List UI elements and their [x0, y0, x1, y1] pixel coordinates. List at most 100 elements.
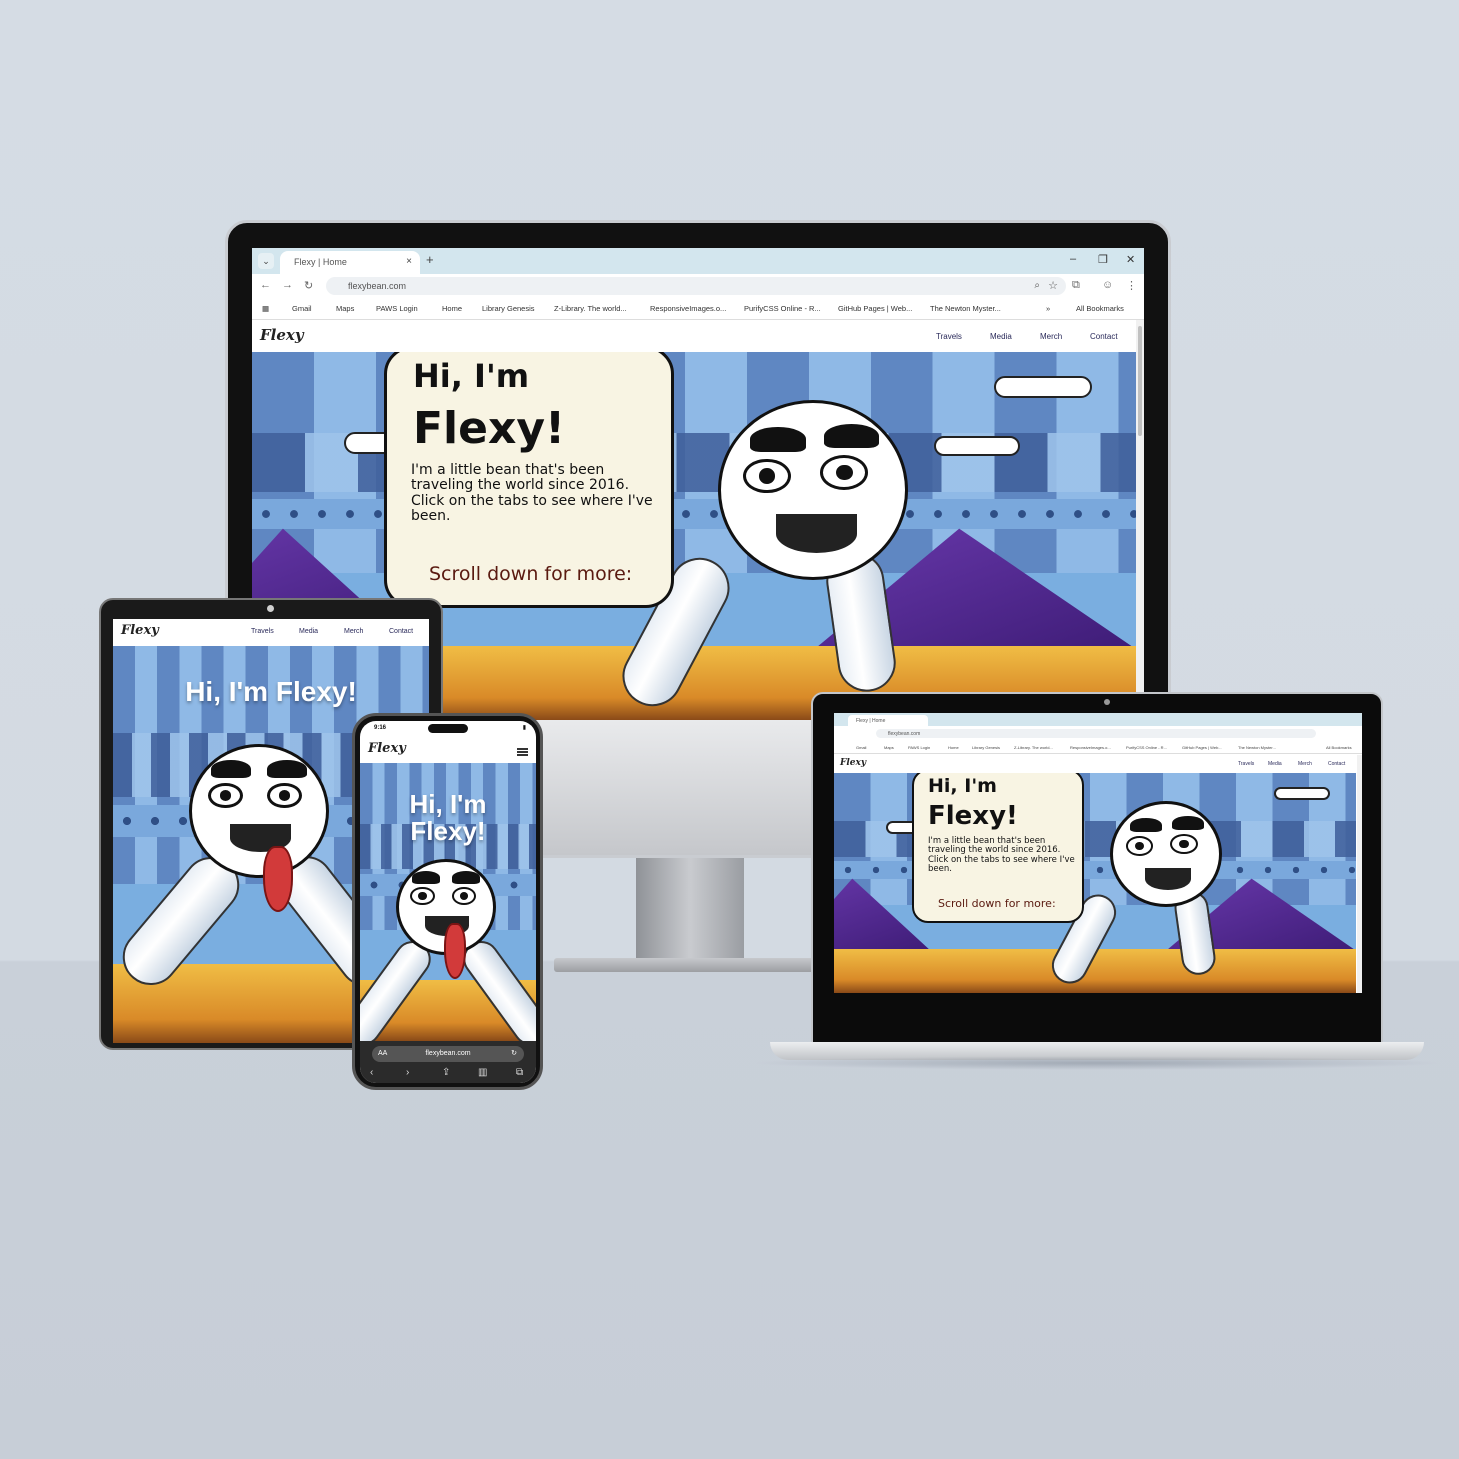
laptop-bookmark-zlibrary[interactable]: Z-Library. The world... [1014, 745, 1053, 750]
bookmark-home[interactable]: Home [442, 304, 462, 313]
bubble-text: I'm a little bean that's been traveling … [411, 462, 653, 525]
reader-aa-button[interactable]: AA [378, 1046, 387, 1062]
page-scrollbar[interactable] [1136, 320, 1144, 720]
speech-bubble: Hi, I'm Flexy! I'm a little bean that's … [384, 352, 674, 608]
laptop-bookmark-responsive[interactable]: ResponsiveImages.o... [1070, 745, 1111, 750]
close-tab-icon[interactable]: × [406, 256, 412, 267]
address-bar[interactable]: flexybean.com ⌕ ☆ [326, 277, 1066, 295]
laptop-nav-media[interactable]: Media [1268, 761, 1282, 767]
cloud-mid [934, 436, 1020, 456]
hamburger-icon[interactable] [517, 748, 528, 756]
nav-contact[interactable]: Contact [1090, 332, 1118, 341]
flexy-logo[interactable]: Flexy [260, 326, 304, 344]
tablet-nav-media[interactable]: Media [299, 628, 318, 635]
tablet-flexy-logo[interactable]: Flexy [121, 623, 159, 638]
tablet-nav-contact[interactable]: Contact [389, 628, 413, 635]
laptop-cloud-right [1274, 787, 1330, 800]
laptop-nav-travels[interactable]: Travels [1238, 761, 1254, 767]
bubble-title-line1: Hi, I'm [413, 357, 530, 395]
bookmarks-icon[interactable]: ▥ [478, 1067, 487, 1078]
arrow-right-icon[interactable]: → [282, 279, 293, 291]
bookmarks-bar: ▦ Gmail Maps PAWS Login Home Library Gen… [252, 298, 1144, 320]
reload-icon[interactable]: ↻ [304, 279, 313, 292]
safari-back-icon[interactable]: ‹ [370, 1067, 373, 1078]
laptop-tab[interactable]: Flexy | Home [848, 715, 928, 726]
flexy-character [718, 400, 908, 580]
safari-url-text: flexybean.com [425, 1050, 471, 1057]
laptop-bookmark-paws[interactable]: PAWS Login [908, 745, 930, 750]
laptop-scroll-hint: Scroll down for more: [938, 897, 1056, 910]
bookmark-gmail[interactable]: Gmail [292, 304, 312, 313]
laptop-bookmark-libgen[interactable]: Library Genesis [972, 745, 1000, 750]
tablet-hero-heading: Hi, I'm Flexy! [185, 676, 357, 707]
tablet-tongue [263, 846, 293, 912]
arrow-left-icon[interactable]: ← [260, 279, 271, 291]
laptop-speech-bubble: Hi, I'm Flexy! I'm a little bean that's … [912, 773, 1084, 923]
nav-media[interactable]: Media [990, 332, 1012, 341]
zoom-icon[interactable]: ⌕ [1034, 280, 1040, 291]
browser-tab[interactable]: Flexy | Home × [280, 251, 420, 274]
laptop-camera [1104, 699, 1110, 705]
bookmark-paws[interactable]: PAWS Login [376, 304, 418, 313]
imac-foot [554, 958, 826, 972]
laptop-bookmark-newton[interactable]: The Newton Myster... [1238, 745, 1276, 750]
tab-title: Flexy | Home [294, 257, 347, 267]
safari-address-bar[interactable]: AA flexybean.com ↻ [372, 1046, 524, 1062]
laptop-nav-contact[interactable]: Contact [1328, 761, 1345, 767]
restore-icon[interactable]: ❐ [1098, 253, 1108, 266]
laptop-url-text: flexybean.com [888, 731, 921, 737]
laptop-bubble-text: I'm a little bean that's been traveling … [928, 836, 1075, 875]
tablet-site-header: Flexy Travels Media Merch Contact [113, 619, 429, 646]
bookmarks-overflow-icon[interactable]: » [1046, 304, 1050, 313]
phone-hero-heading-line2: Flexy! [410, 816, 486, 846]
bookmark-newton[interactable]: The Newton Myster... [930, 304, 1001, 313]
share-icon[interactable]: ⇪ [442, 1067, 450, 1078]
laptop-site-header: Flexy Travels Media Merch Contact [834, 755, 1354, 773]
laptop-nav-merch[interactable]: Merch [1298, 761, 1312, 767]
laptop-bookmark-gmail[interactable]: Gmail [856, 745, 866, 750]
phone-browser-window: 9:16 ▮ Flexy Hi, I'm Flexy! AA flexybean… [360, 721, 536, 1083]
nav-merch[interactable]: Merch [1040, 332, 1062, 341]
bookmark-responsive[interactable]: ResponsiveImages.o... [650, 304, 726, 313]
tablet-nav-travels[interactable]: Travels [251, 628, 274, 635]
safari-forward-icon[interactable]: › [406, 1067, 409, 1078]
star-icon[interactable]: ☆ [1048, 279, 1058, 292]
nav-travels[interactable]: Travels [936, 332, 962, 341]
tabs-icon[interactable]: ⧉ [516, 1067, 523, 1078]
bookmark-zlibrary[interactable]: Z-Library. The world... [554, 304, 627, 313]
bookmark-maps[interactable]: Maps [336, 304, 354, 313]
cloud-right [994, 376, 1092, 398]
laptop-bubble-title-line2: Flexy! [928, 801, 1018, 831]
dynamic-island [428, 724, 468, 733]
imac-stand [636, 858, 744, 958]
new-tab-icon[interactable]: + [426, 252, 434, 267]
phone-hero-banner: Hi, I'm Flexy! [360, 763, 536, 1041]
bookmark-github[interactable]: GitHub Pages | Web... [838, 304, 912, 313]
tablet-nav-merch[interactable]: Merch [344, 628, 363, 635]
laptop-bookmark-github[interactable]: GitHub Pages | Web... [1182, 745, 1222, 750]
extensions-icon[interactable]: ⧉ [1072, 279, 1080, 292]
url-text: flexybean.com [348, 281, 407, 291]
tab-search-icon[interactable]: ⌄ [258, 253, 274, 269]
laptop-flexy-character [1110, 801, 1222, 907]
more-menu-icon[interactable]: ⋮ [1126, 279, 1137, 292]
apps-grid-icon[interactable]: ▦ [262, 304, 269, 313]
bookmark-purifycss[interactable]: PurifyCSS Online - R... [744, 304, 821, 313]
safari-reload-icon[interactable]: ↻ [511, 1046, 517, 1062]
laptop-bookmark-purifycss[interactable]: PurifyCSS Online - R... [1126, 745, 1167, 750]
laptop-bookmark-maps[interactable]: Maps [884, 745, 894, 750]
laptop-flexy-logo[interactable]: Flexy [840, 758, 866, 768]
minimize-icon[interactable]: – [1070, 253, 1076, 265]
bookmark-libgen[interactable]: Library Genesis [482, 304, 535, 313]
close-window-icon[interactable]: ✕ [1126, 253, 1135, 266]
laptop-bookmark-home[interactable]: Home [948, 745, 959, 750]
all-bookmarks[interactable]: All Bookmarks [1076, 304, 1124, 313]
battery-icon: ▮ [522, 725, 526, 731]
profile-avatar[interactable]: ☺ [1102, 279, 1113, 291]
scroll-hint: Scroll down for more: [429, 563, 633, 585]
laptop-all-bookmarks[interactable]: All Bookmarks [1326, 745, 1352, 750]
phone-status-bar: 9:16 ▮ [360, 721, 536, 737]
laptop-scrollbar[interactable] [1357, 755, 1362, 993]
laptop-address-bar[interactable]: flexybean.com [876, 729, 1316, 738]
phone-flexy-logo[interactable]: Flexy [368, 741, 406, 756]
